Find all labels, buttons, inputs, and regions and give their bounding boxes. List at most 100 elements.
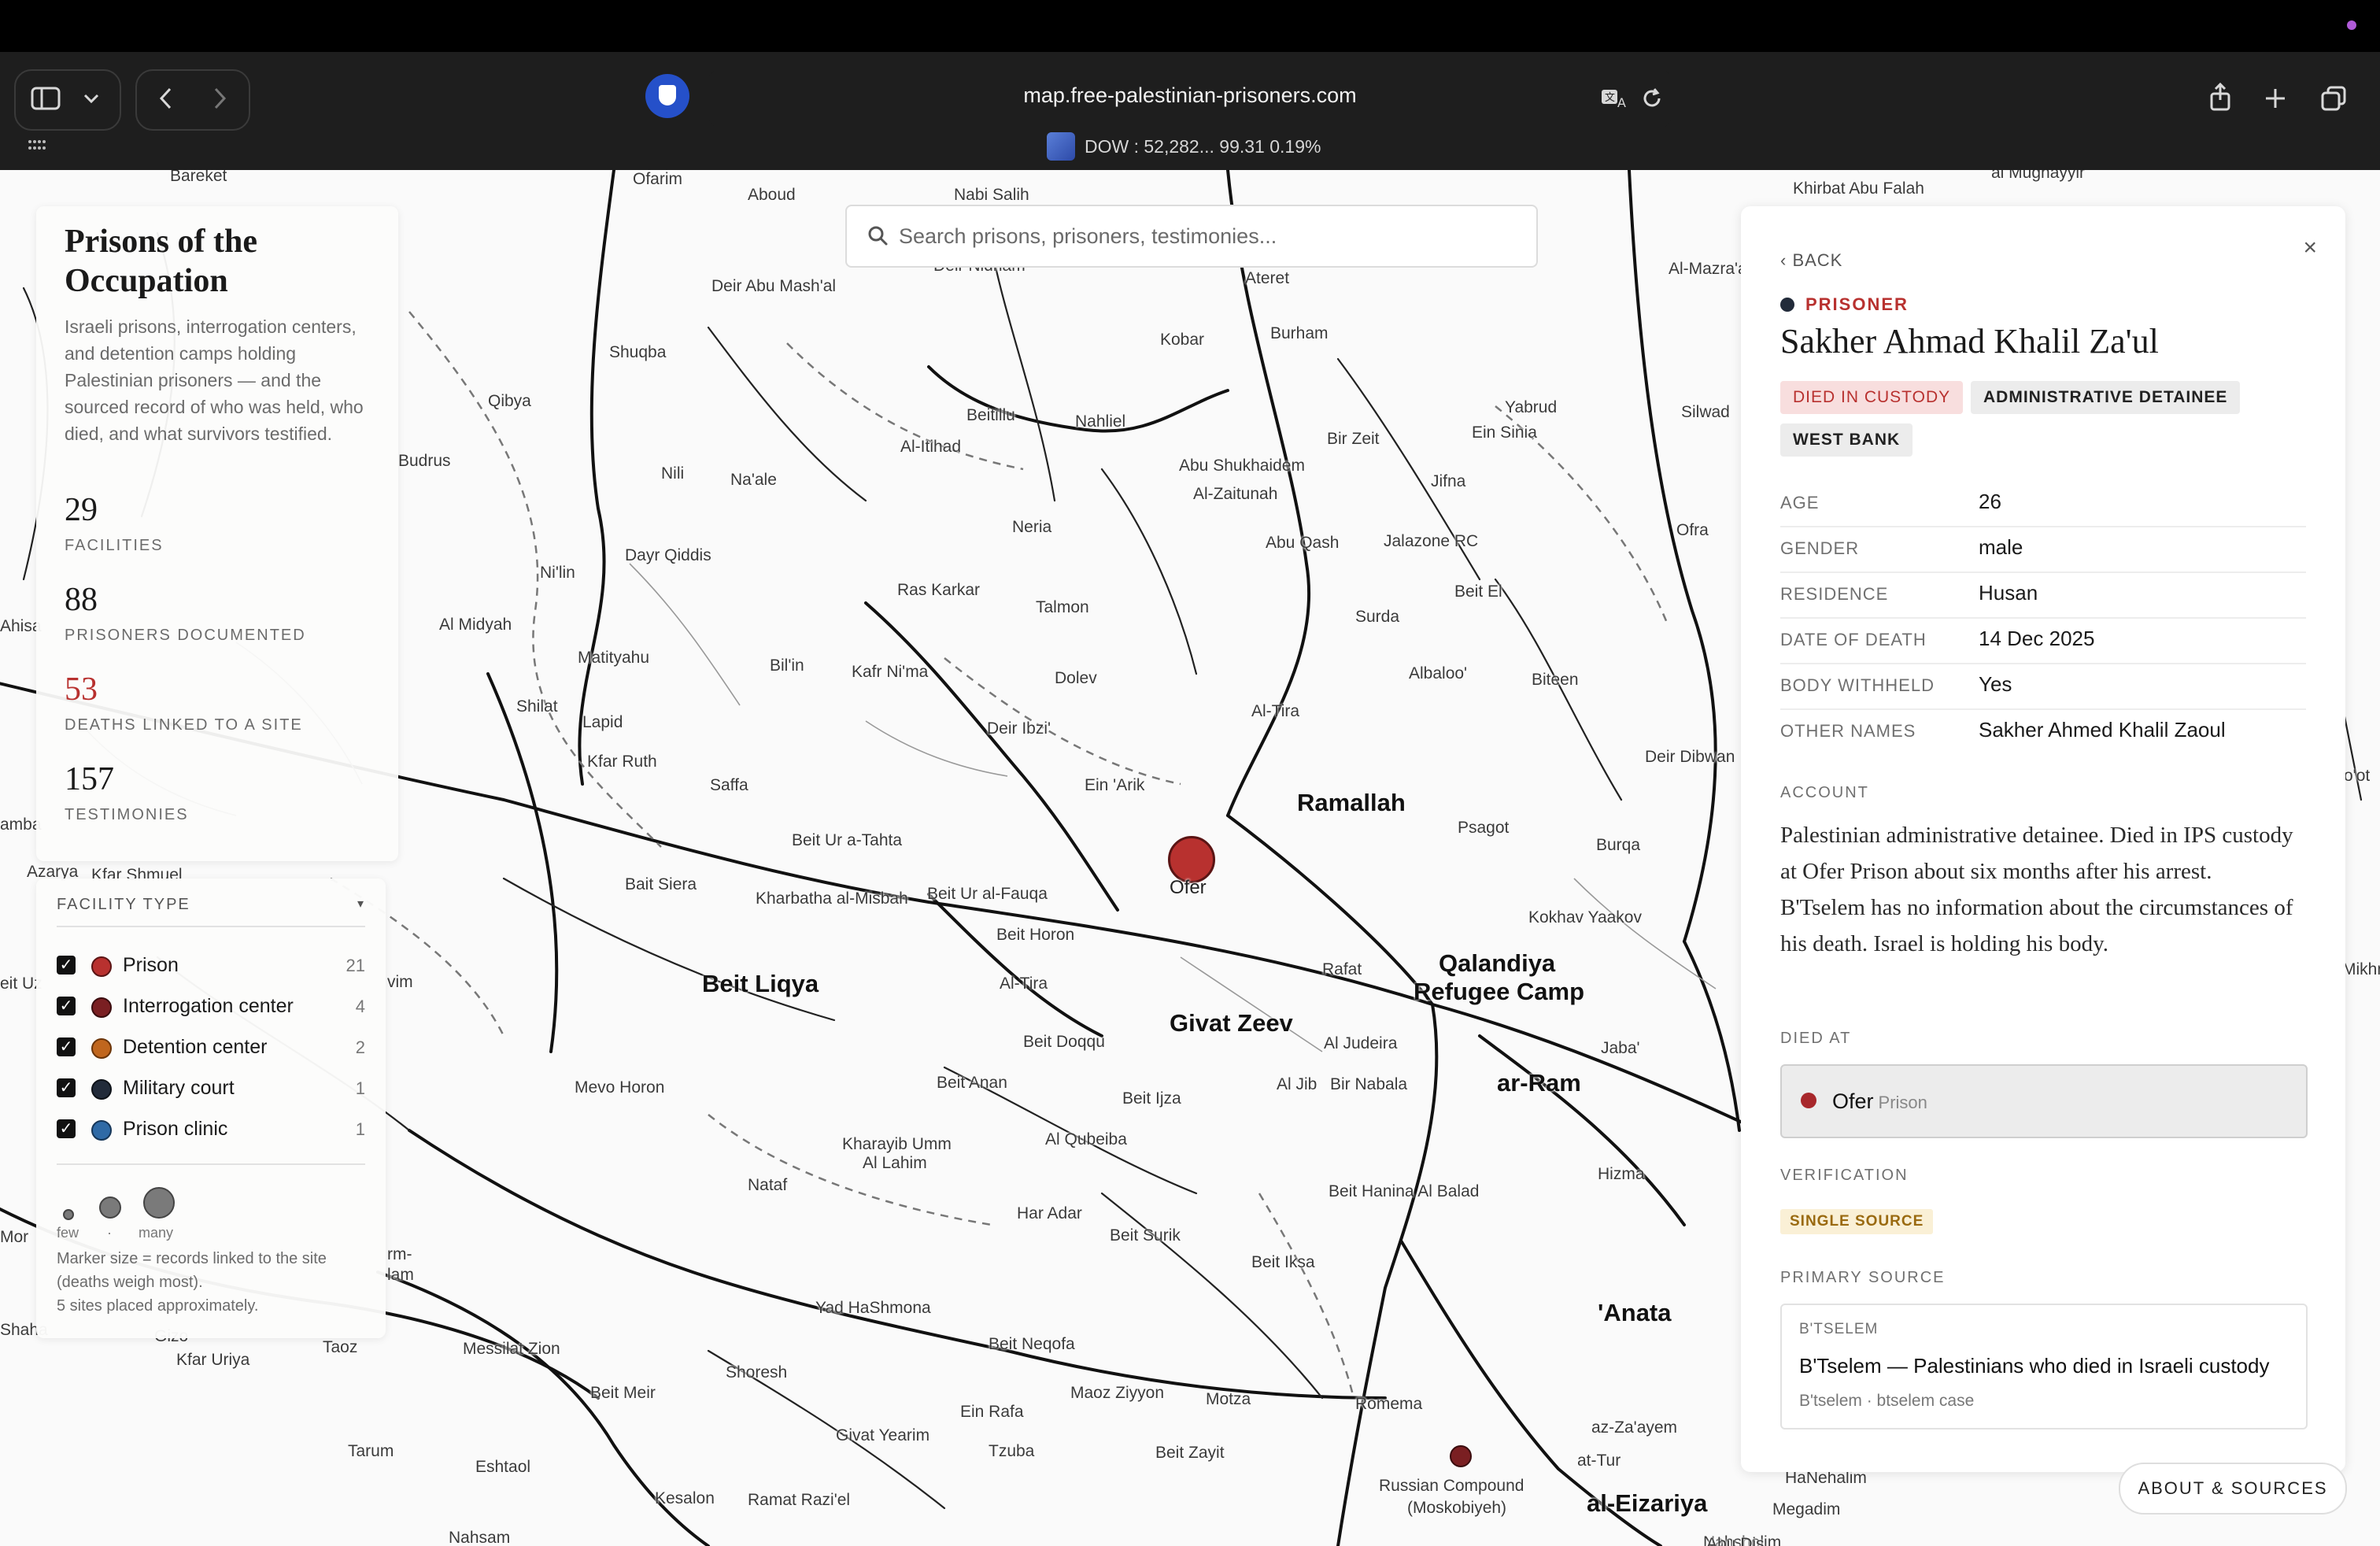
about-sources-button[interactable]: ABOUT & SOURCES — [2119, 1463, 2347, 1515]
back-arrow-icon[interactable] — [146, 80, 186, 117]
facility-marker[interactable] — [1450, 1445, 1472, 1467]
source-org: B'TSELEM — [1799, 1321, 1879, 1337]
place-label: Ahisa — [0, 617, 42, 635]
place-label: Ramat Razi'el — [748, 1491, 851, 1509]
share-icon[interactable] — [2201, 76, 2240, 120]
place-label: o'ot — [2344, 767, 2371, 785]
stat-deaths-label: DEATHS LINKED TO A SITE — [65, 716, 303, 734]
checkbox-checked-icon[interactable]: ✓ — [57, 1037, 76, 1056]
primary-source-card[interactable]: B'TSELEM B'Tselem — Palestinians who die… — [1780, 1304, 2308, 1429]
filter-row-label: Interrogation center — [123, 995, 294, 1017]
place-label: Kafr Ni'ma — [852, 663, 929, 681]
place-label: Beit Ijza — [1122, 1089, 1181, 1108]
chevron-down-icon[interactable]: ▾ — [357, 896, 365, 912]
filter-row-count: 1 — [355, 1119, 365, 1139]
filter-row-prison-clinic[interactable]: ✓ Prison clinic 1 — [57, 1113, 365, 1145]
field-value: male — [1979, 535, 2023, 559]
grid-apps-icon[interactable] — [24, 131, 50, 162]
field-key: BODY WITHHELD — [1780, 675, 1935, 695]
place-label: Beit Liqya — [702, 970, 819, 997]
region-badge: WEST BANK — [1780, 423, 1913, 457]
died-at-facility-link[interactable]: Ofer Prison — [1780, 1064, 2308, 1138]
size-label-many: many — [139, 1225, 174, 1241]
size-small-icon — [63, 1209, 74, 1220]
place-label: Ras Karkar — [897, 581, 981, 599]
verification-heading: VERIFICATION — [1780, 1167, 1909, 1184]
search-input[interactable] — [897, 219, 1514, 253]
filter-row-detention[interactable]: ✓ Detention center 2 — [57, 1031, 365, 1063]
filter-header[interactable]: FACILITY TYPE ▾ — [57, 896, 365, 927]
place-label: Beit Doqqu — [1023, 1033, 1105, 1051]
place-label: Kharayib Umm — [842, 1135, 952, 1153]
forward-arrow-icon[interactable] — [200, 80, 239, 117]
reload-icon[interactable] — [1634, 80, 1670, 117]
field-key: DATE OF DEATH — [1780, 630, 1927, 649]
place-label: Beit Ur al-Fauqa — [927, 885, 1048, 903]
place-label: Russian Compound — [1379, 1477, 1524, 1495]
browser-toolbar: map.free-palestinian-prisoners.com 文A DO… — [0, 52, 2380, 170]
checkbox-checked-icon[interactable]: ✓ — [57, 956, 76, 975]
facility-marker-ofer[interactable] — [1168, 836, 1215, 883]
address-bar[interactable]: map.free-palestinian-prisoners.com — [708, 68, 1672, 129]
tab-overview-icon[interactable] — [2314, 79, 2353, 118]
filter-row-label: Prison — [123, 954, 179, 976]
place-label: Beit Iksa — [1251, 1253, 1315, 1271]
checkbox-checked-icon[interactable]: ✓ — [57, 997, 76, 1015]
place-label: Saffa — [710, 776, 748, 794]
place-label: Mevo Horon — [575, 1078, 665, 1097]
place-label: rm- — [387, 1245, 412, 1263]
place-label: Surda — [1355, 608, 1400, 626]
filter-row-military-court[interactable]: ✓ Military court 1 — [57, 1072, 365, 1104]
stat-prisoners-label: PRISONERS DOCUMENTED — [65, 627, 306, 644]
filter-row-interrogation[interactable]: ✓ Interrogation center 4 — [57, 990, 365, 1022]
place-label: Abu Shukhaidem — [1179, 457, 1305, 475]
place-label: Beit Ur a-Tahta — [792, 831, 903, 849]
stat-prisoners-value: 88 — [65, 582, 98, 618]
place-label: Deir Dibwan — [1645, 748, 1735, 766]
new-tab-icon[interactable] — [2256, 79, 2295, 118]
place-label: Dolev — [1055, 669, 1097, 687]
place-label: Beit Anan — [937, 1074, 1007, 1092]
place-label: Abu Dis — [1706, 1535, 1765, 1546]
checkbox-checked-icon[interactable]: ✓ — [57, 1119, 76, 1138]
field-value: 26 — [1979, 490, 2001, 513]
filter-row-count: 4 — [355, 997, 365, 1016]
place-label: al Mughayyir — [1991, 170, 2086, 182]
svg-text:A: A — [1617, 95, 1626, 110]
source-heading: PRIMARY SOURCE — [1780, 1269, 1946, 1286]
place-label: Nataf — [748, 1176, 788, 1194]
search-box[interactable] — [845, 205, 1538, 268]
field-row: GENDER male — [1780, 526, 2306, 573]
place-label: (Moskobiyeh) — [1407, 1499, 1507, 1517]
military-court-swatch-icon — [91, 1079, 112, 1100]
place-label: Jalazone RC — [1384, 532, 1479, 550]
place-label: Psagot — [1458, 819, 1510, 837]
stock-ticker[interactable]: DOW : 52,282... 99.31 0.19% — [1047, 131, 1321, 162]
place-label: Givat Yearim — [836, 1426, 930, 1444]
close-icon[interactable]: × — [2303, 235, 2317, 261]
chevron-down-icon[interactable] — [76, 80, 107, 117]
place-label: Tzuba — [989, 1442, 1035, 1460]
sidebar-icon[interactable] — [24, 80, 68, 117]
place-label: Maoz Ziyyon — [1070, 1384, 1165, 1402]
translate-icon[interactable]: 文A — [1598, 80, 1634, 117]
size-medium-icon — [99, 1196, 121, 1219]
account-text: Palestinian administrative detainee. Die… — [1780, 823, 2293, 956]
stat-facilities-label: FACILITIES — [65, 537, 164, 554]
filter-row-prison[interactable]: ✓ Prison 21 — [57, 949, 365, 981]
field-key: AGE — [1780, 493, 1820, 512]
place-label: Al Judeira — [1324, 1034, 1398, 1052]
prisoner-name: Sakher Ahmad Khalil Za'ul — [1780, 322, 2159, 361]
checkbox-checked-icon[interactable]: ✓ — [57, 1078, 76, 1097]
place-label: Nabi Salih — [954, 186, 1029, 204]
place-label: amba — [0, 816, 42, 834]
place-label: Al Lahim — [863, 1154, 927, 1172]
verification-badge: SINGLE SOURCE — [1780, 1209, 1934, 1234]
privacy-shield-icon[interactable] — [645, 74, 689, 118]
place-label: Nahsam — [449, 1529, 511, 1546]
stat-facilities-value: 29 — [65, 492, 98, 528]
place-label: Ateret — [1245, 269, 1290, 287]
place-label: Har Adar — [1017, 1204, 1082, 1222]
back-button[interactable]: ‹ BACK — [1780, 250, 1842, 271]
filter-header-label: FACILITY TYPE — [57, 896, 190, 913]
